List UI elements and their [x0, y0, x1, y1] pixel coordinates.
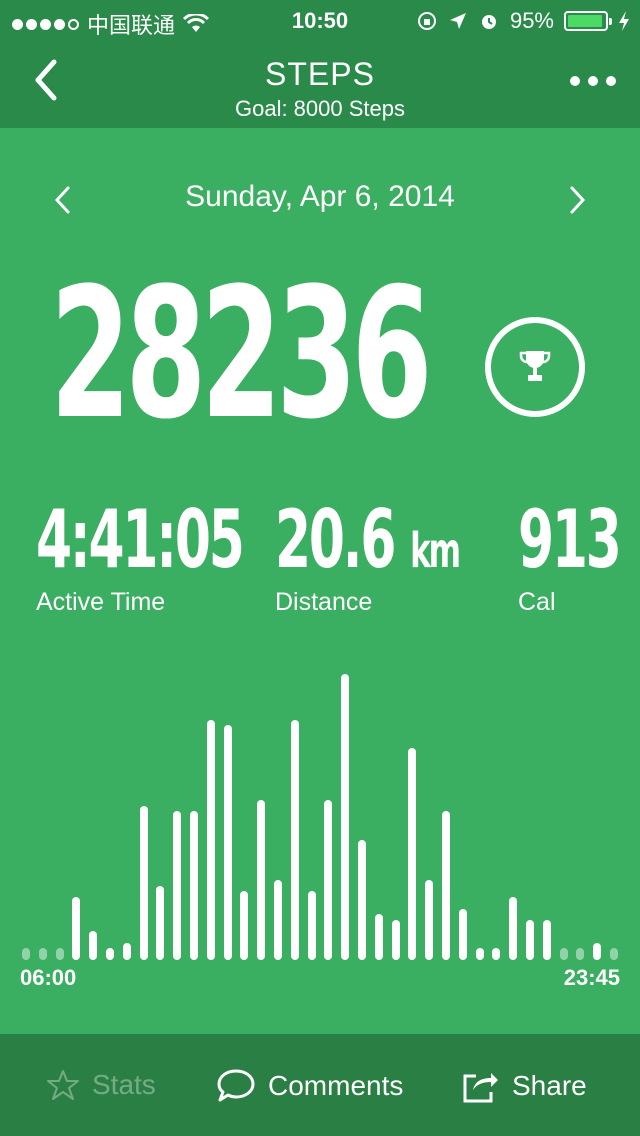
speech-bubble-icon [217, 1069, 255, 1102]
chart-bar [223, 725, 232, 960]
chart-bar [38, 948, 47, 960]
chart-bar [408, 748, 417, 960]
chart-end-time: 23:45 [563, 965, 620, 990]
chart-bar [358, 839, 366, 960]
chart-bar [89, 931, 98, 960]
orientation-lock-icon [417, 12, 436, 30]
chart-bar [173, 811, 182, 960]
more-button[interactable] [570, 76, 616, 86]
stats-button[interactable]: Stats [46, 1068, 156, 1102]
chart-bar [274, 879, 282, 960]
chart-bar [122, 942, 131, 960]
goal-subtitle: Goal: 8000 Steps [234, 96, 405, 121]
trophy-icon [519, 351, 551, 381]
location-arrow-icon [449, 13, 466, 29]
chart-bar [526, 919, 534, 960]
comments-button[interactable]: Comments [216, 1068, 403, 1104]
distance-value-row: 20.6 km [275, 500, 461, 580]
chart-bar [610, 948, 618, 960]
chart-bar [290, 719, 299, 960]
distance-stat: 20.6 km Distance [275, 500, 530, 617]
share-button[interactable]: Share [462, 1068, 587, 1104]
star-icon [47, 1070, 79, 1100]
steps-screen: 中国联通 10:50 95% STEPS Goal: 8000 Steps Su… [0, 0, 640, 1136]
stats-label: Stats [92, 1069, 156, 1100]
chart-bar [391, 919, 400, 960]
chart-bar [190, 811, 198, 960]
chart-bar [509, 897, 518, 960]
battery-fill [568, 15, 603, 27]
chart-bar [458, 908, 467, 960]
trophy-button[interactable] [485, 317, 585, 417]
chart-bar [341, 674, 350, 960]
more-dot [570, 76, 580, 86]
chart-bar [55, 948, 64, 960]
chart-bar [206, 719, 215, 960]
chart-bar [22, 948, 30, 960]
bottom-toolbar: Stats Comments Share [0, 1034, 640, 1136]
chart-bar [72, 897, 81, 960]
chart-start-time: 06:00 [20, 965, 77, 990]
distance-unit: km [410, 523, 461, 579]
status-bar: 中国联通 10:50 95% [0, 0, 640, 40]
chart-bar [139, 805, 148, 960]
chart-bar [106, 948, 114, 960]
alarm-icon [481, 15, 496, 29]
more-dot [588, 76, 598, 86]
header: 中国联通 10:50 95% STEPS Goal: 8000 Steps [0, 0, 640, 128]
calories-label: Cal [518, 588, 556, 616]
next-day-button[interactable] [562, 182, 592, 218]
chart-bar [475, 948, 484, 960]
battery-icon [564, 11, 612, 31]
chart-bar [559, 948, 568, 960]
comments-label: Comments [268, 1070, 404, 1101]
active-time-value: 4:41:05 [36, 493, 245, 586]
chart-bar [593, 942, 602, 960]
chart-bar [324, 799, 333, 960]
chart-bar [240, 891, 249, 960]
chart-bar [425, 879, 434, 960]
distance-label: Distance [275, 588, 373, 616]
status-right: 95% [416, 8, 630, 34]
chart-bar [442, 811, 450, 960]
chart-bar [307, 891, 316, 960]
steps-chart [0, 660, 640, 960]
battery-percent: 95% [509, 8, 554, 33]
calories-stat: 913 Cal [518, 500, 640, 617]
chart-bar [542, 919, 551, 960]
chart-bar [374, 914, 383, 960]
distance-value: 20.6 [275, 493, 396, 586]
share-icon [463, 1073, 498, 1103]
steps-count: 28236 [50, 250, 433, 459]
chart-bar [257, 799, 266, 960]
more-dot [606, 76, 616, 86]
calories-value: 913 [518, 493, 622, 586]
share-label: Share [512, 1070, 587, 1101]
nav-bar: STEPS Goal: 8000 Steps [0, 40, 640, 128]
current-date: Sunday, Apr 6, 2014 [185, 180, 455, 213]
page-title: STEPS [265, 56, 375, 92]
date-navigation: Sunday, Apr 6, 2014 [0, 170, 640, 230]
chart-bar [492, 948, 501, 960]
chart-bar [576, 948, 585, 960]
chart-bar [156, 885, 165, 960]
charging-icon [619, 11, 629, 31]
